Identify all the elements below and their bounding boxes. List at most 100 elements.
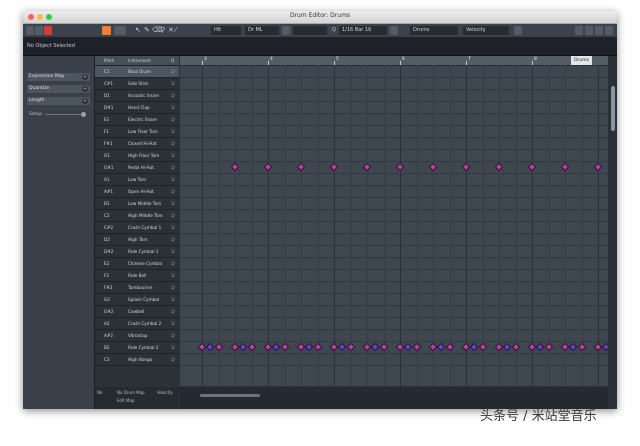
drum-list-row[interactable]: F1 Low Floor Tom 1/ bbox=[95, 126, 179, 138]
zoom-tool-icon[interactable]: ⚲ bbox=[160, 26, 165, 35]
quantize-cell[interactable]: 1/ bbox=[171, 297, 175, 302]
drum-note[interactable] bbox=[263, 162, 273, 172]
drum-note[interactable] bbox=[511, 342, 520, 352]
drum-note[interactable] bbox=[569, 342, 578, 352]
drum-list-row[interactable]: A#2 Vibraslap 1/ bbox=[95, 330, 179, 342]
drum-note[interactable] bbox=[313, 342, 322, 352]
drum-note[interactable] bbox=[379, 342, 388, 352]
drum-list-row[interactable]: F#1 Closed Hi-Hat 1/ bbox=[95, 138, 179, 150]
drum-list-row[interactable]: C#2 Crash Cymbal 1 1/ bbox=[95, 222, 179, 234]
drum-list-row[interactable]: A2 Crash Cymbal 2 1/ bbox=[95, 318, 179, 330]
insert-length-field[interactable] bbox=[293, 26, 327, 35]
drum-note[interactable] bbox=[536, 342, 545, 352]
drum-list-row[interactable]: C3 High Bongo 1/ bbox=[95, 354, 179, 366]
drum-note[interactable] bbox=[503, 342, 512, 352]
header-quantize[interactable]: Q bbox=[171, 58, 174, 63]
quantize-cell[interactable]: 1/ bbox=[171, 285, 175, 290]
quantize-cell[interactable]: 1/ bbox=[171, 321, 175, 326]
quantize-cell[interactable]: 1/ bbox=[171, 273, 175, 278]
lane-settings-button[interactable] bbox=[514, 26, 522, 35]
drum-list-row[interactable]: C2 High Middle Tom 1/ bbox=[95, 210, 179, 222]
quantize-cell[interactable]: 1/ bbox=[171, 189, 175, 194]
vertical-scroll-thumb[interactable] bbox=[611, 86, 615, 131]
drum-note[interactable] bbox=[577, 342, 586, 352]
drum-note[interactable] bbox=[470, 342, 479, 352]
quantize-cell[interactable]: 1/ bbox=[171, 117, 175, 122]
quantize-cell[interactable]: 1/ bbox=[171, 309, 175, 314]
drum-list-row[interactable]: A1 Low Tom 1/ bbox=[95, 174, 179, 186]
drum-note[interactable] bbox=[371, 342, 380, 352]
drum-note[interactable] bbox=[445, 342, 454, 352]
drum-list-row[interactable]: G2 Splash Cymbal 1/ bbox=[95, 294, 179, 306]
layout-center-button[interactable] bbox=[585, 26, 593, 35]
drum-list-row[interactable]: B2 Ride Cymbal 2 1/ bbox=[95, 342, 179, 354]
drum-list-row[interactable]: D#1 Hand Clap 1/ bbox=[95, 102, 179, 114]
velocity-footer-select[interactable]: Velocity bbox=[157, 390, 173, 395]
drum-note[interactable] bbox=[272, 342, 281, 352]
drum-note[interactable] bbox=[527, 162, 537, 172]
record-button[interactable] bbox=[44, 26, 52, 35]
drum-list-row[interactable]: D1 Acoustic Snare 1/ bbox=[95, 90, 179, 102]
header-instrument[interactable]: Instrument bbox=[128, 58, 151, 63]
drum-list-row[interactable]: D2 High Tom 1/ bbox=[95, 234, 179, 246]
inspector-section-quantize[interactable]: Quantize + bbox=[27, 85, 90, 93]
quantize-cell[interactable]: 1/ bbox=[171, 333, 175, 338]
layout-left-button[interactable] bbox=[575, 26, 583, 35]
auto-scroll-button[interactable] bbox=[114, 26, 126, 35]
drum-note[interactable] bbox=[305, 342, 314, 352]
draw-tool-icon[interactable]: ✎ bbox=[144, 26, 150, 35]
quantize-cell[interactable]: 1/ bbox=[171, 237, 175, 242]
vertical-scrollbar[interactable] bbox=[609, 56, 617, 386]
drum-note[interactable] bbox=[461, 162, 471, 172]
drum-note[interactable] bbox=[346, 342, 355, 352]
drum-note[interactable] bbox=[560, 162, 570, 172]
drum-list-row[interactable]: D#2 Ride Cymbal 1 1/ bbox=[95, 246, 179, 258]
drum-list-row[interactable]: G1 High Floor Tom 1/ bbox=[95, 150, 179, 162]
quantize-cell[interactable]: 1/ bbox=[171, 105, 175, 110]
drum-note[interactable] bbox=[329, 162, 339, 172]
quantize-cell[interactable]: 1/ bbox=[171, 69, 175, 74]
step-input-button[interactable] bbox=[282, 26, 290, 35]
expand-icon[interactable]: + bbox=[82, 86, 88, 92]
drum-list-row[interactable]: E1 Electric Snare 1/ bbox=[95, 114, 179, 126]
quantize-cell[interactable]: 1/ bbox=[171, 93, 175, 98]
drum-map-select[interactable]: Drums bbox=[410, 26, 458, 35]
drum-list-row[interactable]: A#1 Open Hi-Hat 1/ bbox=[95, 186, 179, 198]
listen-button[interactable] bbox=[35, 26, 43, 35]
drum-list-row[interactable]: E2 Chinese Cymbal 1/ bbox=[95, 258, 179, 270]
quantize-cell[interactable]: 1/ bbox=[171, 165, 175, 170]
inspector-section-length[interactable]: Length + bbox=[27, 97, 90, 105]
solo-button[interactable] bbox=[26, 26, 34, 35]
timeline-ruler[interactable]: Drums 3 4 5 6 7 8 bbox=[180, 56, 608, 66]
horizontal-scroll-thumb[interactable] bbox=[200, 394, 260, 397]
drum-note[interactable] bbox=[395, 162, 405, 172]
quantize-cell[interactable]: 1/ bbox=[171, 81, 175, 86]
drum-list-row[interactable]: C#1 Side Stick 1/ bbox=[95, 78, 179, 90]
object-selection-tool-icon[interactable]: ↖ bbox=[135, 26, 141, 35]
quantize-cell[interactable]: 1/ bbox=[171, 129, 175, 134]
quantize-cell[interactable]: 1/ bbox=[171, 261, 175, 266]
quantize-cell[interactable]: 1/ bbox=[171, 213, 175, 218]
quantize-cell[interactable]: 1/ bbox=[171, 225, 175, 230]
settings-button[interactable] bbox=[605, 26, 613, 35]
drum-note[interactable] bbox=[428, 162, 438, 172]
expand-icon[interactable]: + bbox=[82, 74, 88, 80]
drum-grid[interactable]: Drums 3 4 5 6 7 8 bbox=[180, 56, 608, 386]
line-tool-icon[interactable]: ⁄ bbox=[175, 26, 176, 35]
quantize-cell[interactable]: 1/ bbox=[171, 345, 175, 350]
quantize-field[interactable]: 1/16 Bar 16 bbox=[339, 26, 387, 35]
drum-list-row[interactable]: C1 Bass Drum 1/ bbox=[95, 66, 179, 78]
drum-map-footer-select[interactable]: No Drum Map bbox=[117, 390, 145, 395]
drum-list-row[interactable]: G#2 Cowbell 1/ bbox=[95, 306, 179, 318]
drum-note[interactable] bbox=[214, 342, 223, 352]
quantize-cell[interactable]: 1/ bbox=[171, 201, 175, 206]
quantize-cell[interactable]: 1/ bbox=[171, 153, 175, 158]
drum-note[interactable] bbox=[602, 342, 608, 352]
drum-note[interactable] bbox=[437, 342, 446, 352]
quantize-settings-button[interactable] bbox=[390, 26, 398, 35]
hit-field[interactable]: Hit bbox=[211, 26, 241, 35]
setup-slider-track[interactable] bbox=[45, 114, 83, 115]
mute-tool-icon[interactable]: ✕ bbox=[168, 26, 174, 35]
drum-note[interactable] bbox=[544, 342, 553, 352]
drum-map-field[interactable]: Dr ML bbox=[245, 26, 279, 35]
